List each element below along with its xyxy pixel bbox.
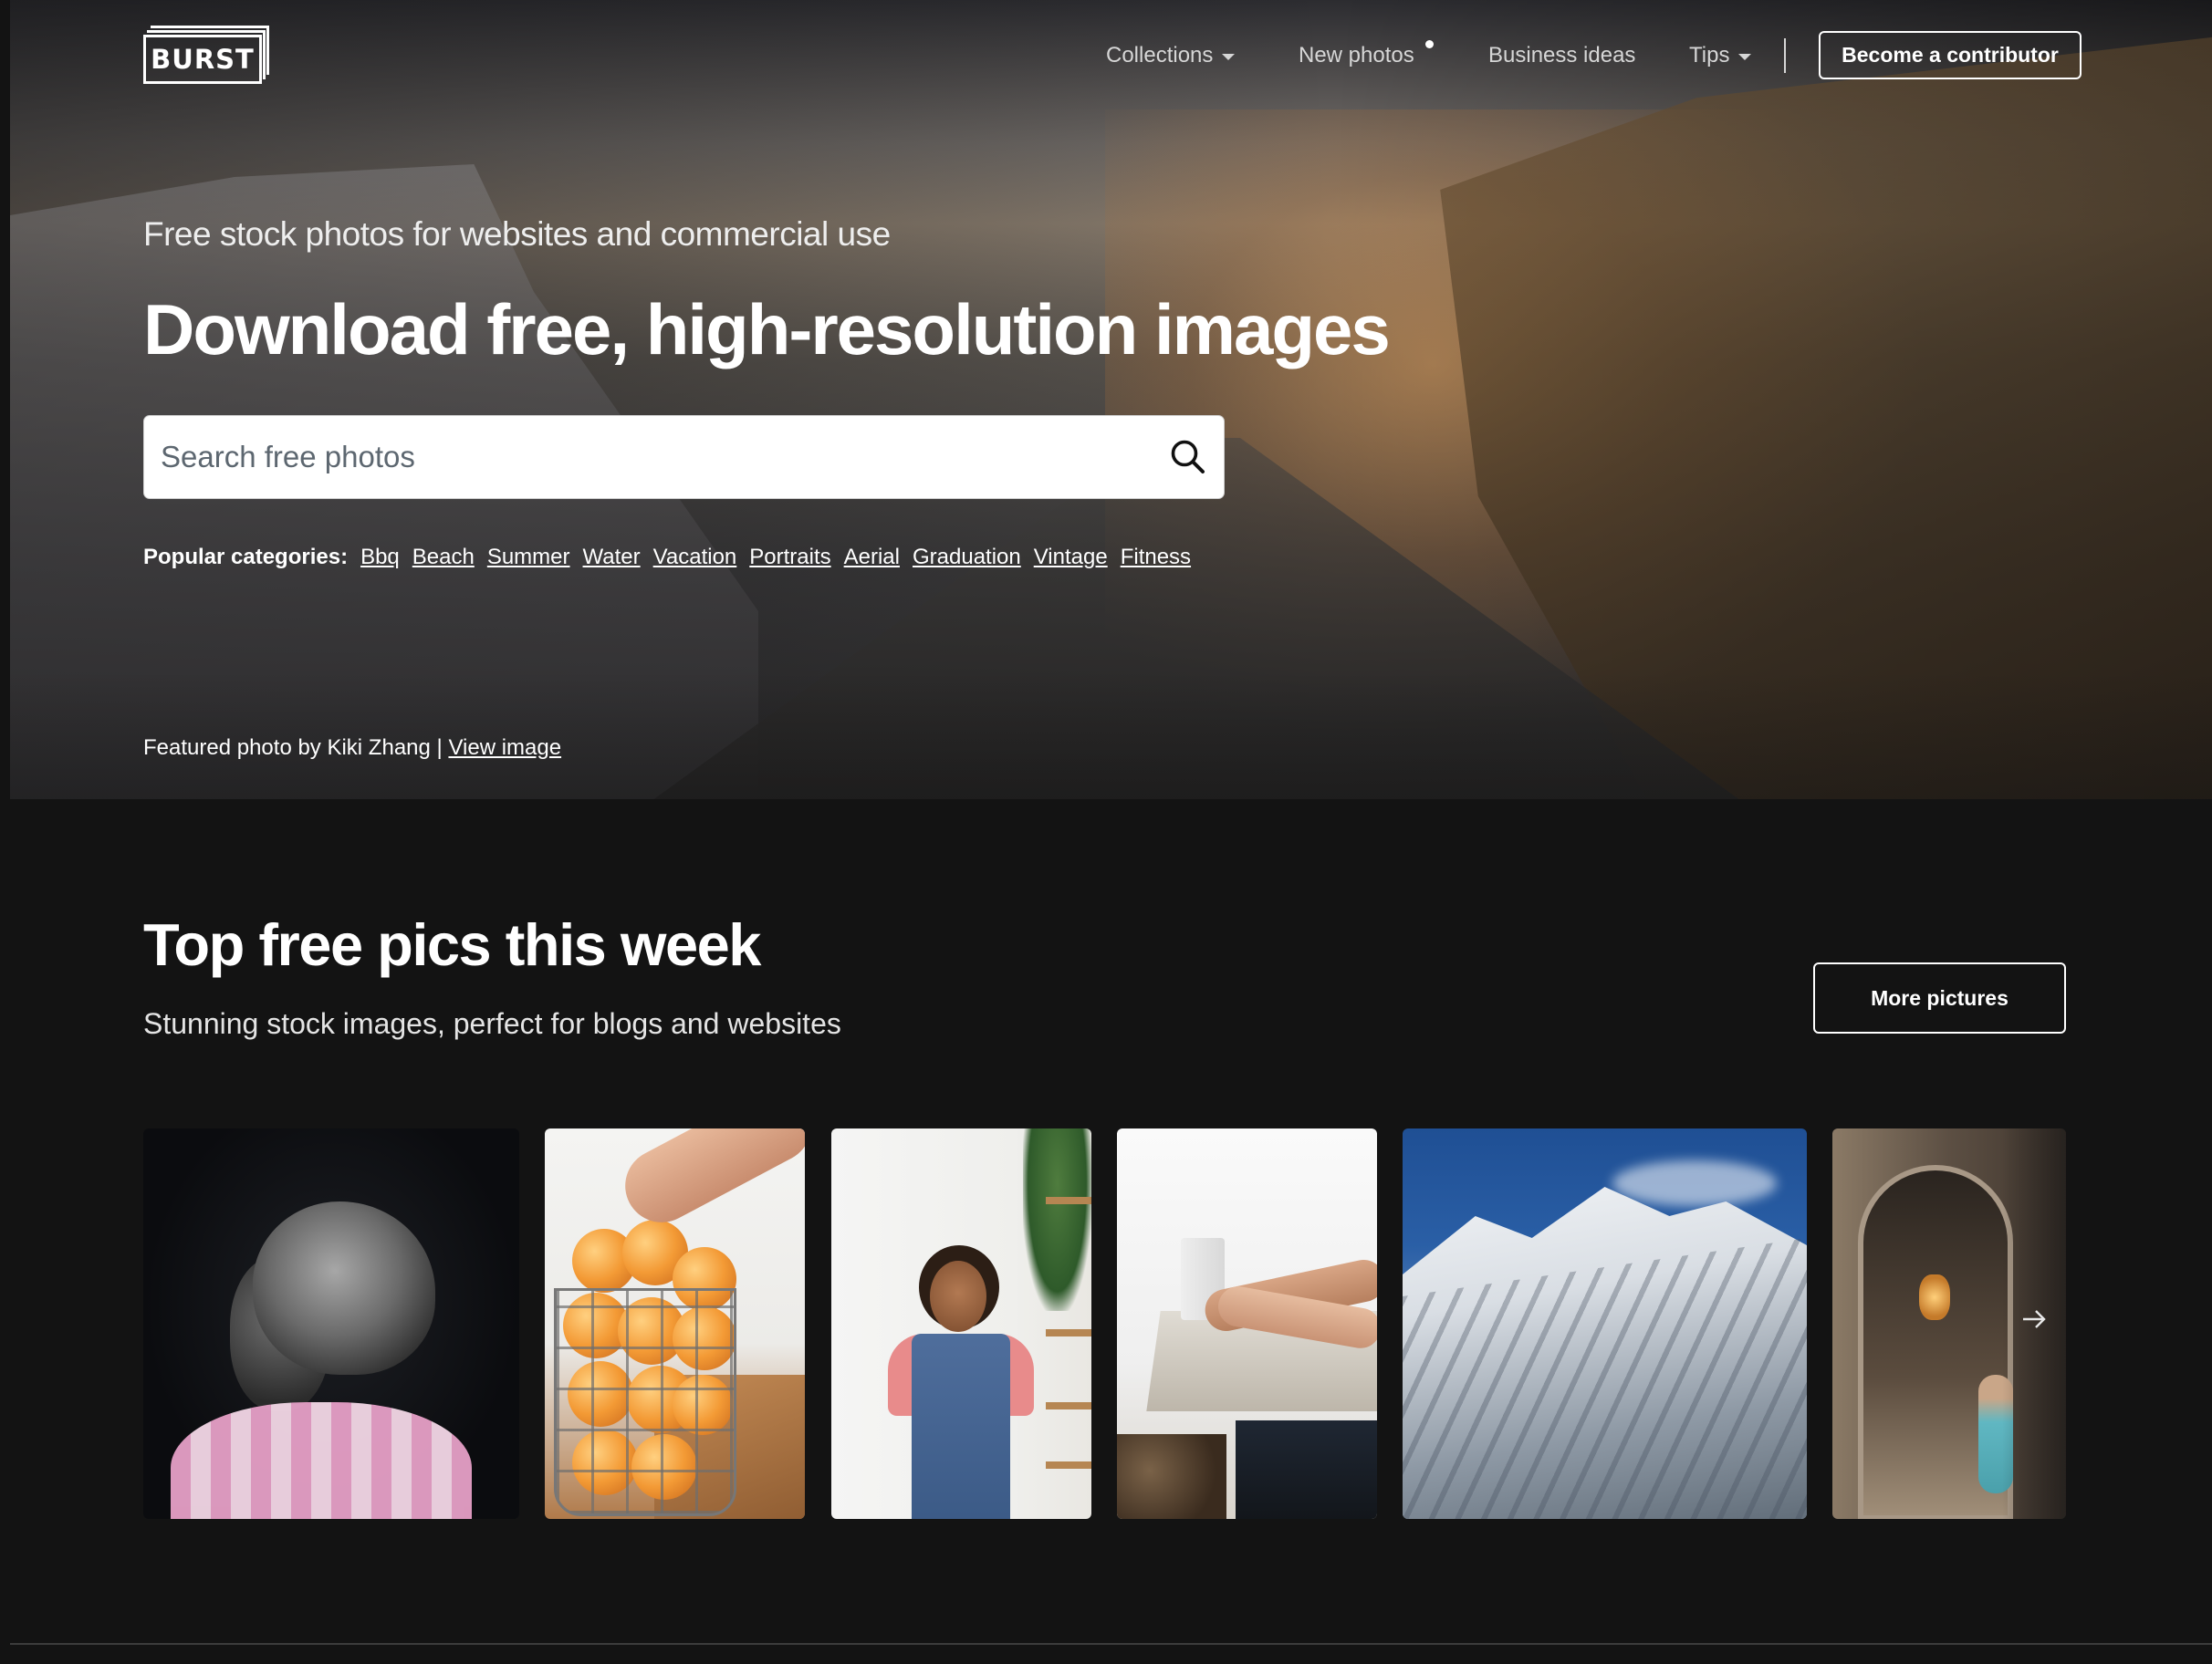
photo-card-mountain[interactable] [1403,1128,1807,1519]
nav-business-ideas[interactable]: Business ideas [1488,35,1635,77]
section-subtitle: Stunning stock images, perfect for blogs… [143,1007,841,1040]
nav-collections-label: Collections [1106,43,1214,68]
more-pictures-button[interactable]: More pictures [1813,962,2066,1034]
category-link-aerial[interactable]: Aerial [844,545,900,570]
nav-new-photos[interactable]: New photos [1299,35,1414,77]
burst-logo[interactable]: BURST [143,26,271,86]
category-link-graduation[interactable]: Graduation [913,545,1021,570]
section-title: Top free pics this week [143,911,761,978]
featured-photo-credit: Featured photo by Kiki Zhang | View imag… [143,735,561,761]
category-link-fitness[interactable]: Fitness [1121,545,1191,570]
popular-categories: Popular categories: Bbq Beach Summer Wat… [143,542,1204,573]
arrow-right-icon[interactable] [2020,1305,2048,1333]
hero-banner [10,0,2212,799]
hero-headline: Download free, high-resolution images [143,289,1391,369]
nav-collections[interactable]: Collections [1106,35,1236,77]
photo-card-woman[interactable] [831,1128,1091,1519]
logo-text: BURST [151,44,255,75]
category-link-summer[interactable]: Summer [487,545,570,570]
become-contributor-button[interactable]: Become a contributor [1819,31,2082,79]
chevron-down-icon [1738,54,1752,60]
category-link-bbq[interactable]: Bbq [360,545,400,570]
nav-business-ideas-label: Business ideas [1488,43,1636,68]
nav-tips-label: Tips [1689,43,1730,68]
search-box [143,415,1225,499]
nav-divider [1784,38,1786,73]
category-link-vacation[interactable]: Vacation [653,545,737,570]
photo-card-hands[interactable] [1117,1128,1377,1519]
nav-new-photos-label: New photos [1299,43,1414,68]
category-link-water[interactable]: Water [583,545,641,570]
category-link-portraits[interactable]: Portraits [749,545,830,570]
category-link-vintage[interactable]: Vintage [1034,545,1108,570]
hero-tagline: Free stock photos for websites and comme… [143,215,891,253]
section-divider [10,1643,2212,1645]
chevron-down-icon [1222,54,1236,60]
photo-card-oranges[interactable] [545,1128,805,1519]
credit-text: Featured photo by Kiki Zhang | [143,735,449,760]
categories-label: Popular categories: [143,545,349,569]
category-link-beach[interactable]: Beach [412,545,475,570]
photo-card-dog[interactable] [143,1128,519,1519]
new-indicator-dot [1425,40,1434,48]
view-image-link[interactable]: View image [448,735,561,760]
search-input[interactable] [144,416,1148,498]
nav-tips[interactable]: Tips [1689,35,1752,77]
search-icon[interactable] [1169,438,1207,476]
